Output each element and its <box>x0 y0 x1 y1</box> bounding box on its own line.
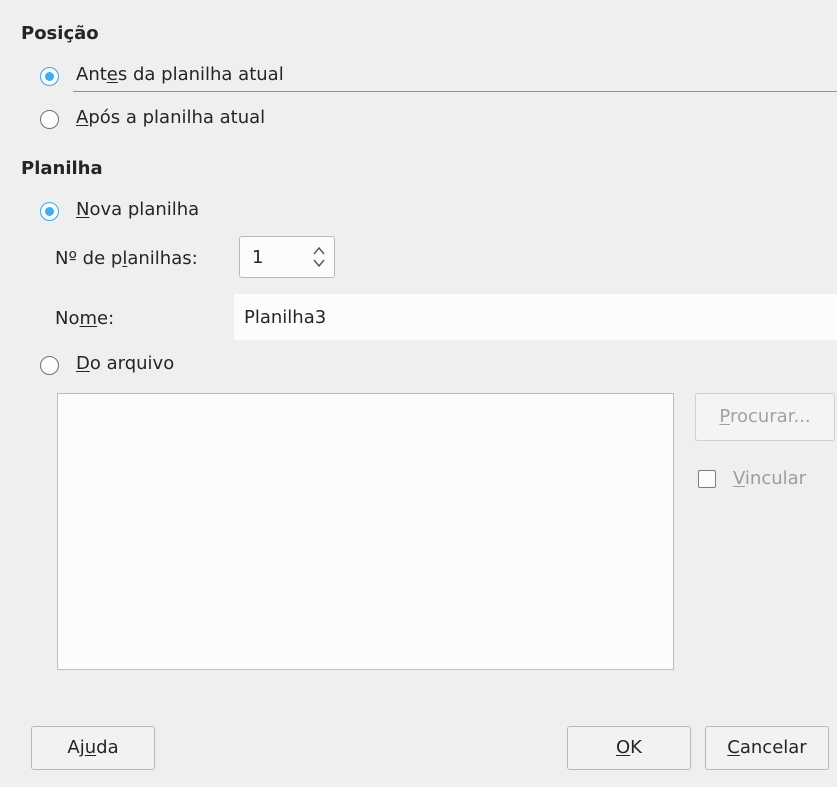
link-checkbox[interactable]: Vincular <box>697 468 835 492</box>
ok-button-label: OK <box>616 737 642 758</box>
browse-button-label: Procurar... <box>719 406 811 427</box>
link-checkbox-label: Vincular <box>733 468 807 489</box>
help-button-label: Ajuda <box>67 737 119 758</box>
radio-indicator[interactable] <box>40 356 59 375</box>
radio-new-sheet-label: Nova planilha <box>76 199 200 220</box>
sheet-name-field[interactable]: Planilha3 <box>234 294 837 340</box>
sheet-name-label: Nome: <box>55 308 115 329</box>
sheet-count-value: 1 <box>252 247 264 268</box>
browse-button[interactable]: Procurar... <box>695 393 835 441</box>
radio-after-current-sheet[interactable]: Após a planilha atual <box>40 107 340 131</box>
sheet-name-value: Planilha3 <box>244 307 327 328</box>
radio-from-file-label: Do arquivo <box>76 353 175 374</box>
radio-before-current-sheet[interactable]: Antes da planilha atual <box>40 64 340 88</box>
help-button[interactable]: Ajuda <box>31 726 155 770</box>
focus-underline <box>73 91 837 92</box>
checkbox-indicator[interactable] <box>698 470 716 488</box>
sheet-count-stepper[interactable]: 1 <box>239 236 335 278</box>
radio-after-label: Após a planilha atual <box>76 107 266 128</box>
position-section-title: Posição <box>21 23 99 44</box>
chevron-down-icon <box>313 259 325 268</box>
radio-indicator-checked[interactable] <box>40 67 59 86</box>
radio-indicator-checked[interactable] <box>40 202 59 221</box>
radio-new-sheet[interactable]: Nova planilha <box>40 199 300 223</box>
sheet-section-title: Planilha <box>21 158 103 179</box>
sheet-count-label: Nº de planilhas: <box>55 248 198 269</box>
ok-button[interactable]: OK <box>567 726 691 770</box>
radio-before-label: Antes da planilha atual <box>76 64 284 85</box>
file-sheets-list[interactable] <box>57 393 674 670</box>
radio-indicator[interactable] <box>40 110 59 129</box>
cancel-button[interactable]: Cancelar <box>705 726 829 770</box>
cancel-button-label: Cancelar <box>727 737 807 758</box>
spin-arrows[interactable] <box>312 244 326 270</box>
radio-from-file[interactable]: Do arquivo <box>40 353 240 377</box>
chevron-up-icon <box>313 246 325 255</box>
